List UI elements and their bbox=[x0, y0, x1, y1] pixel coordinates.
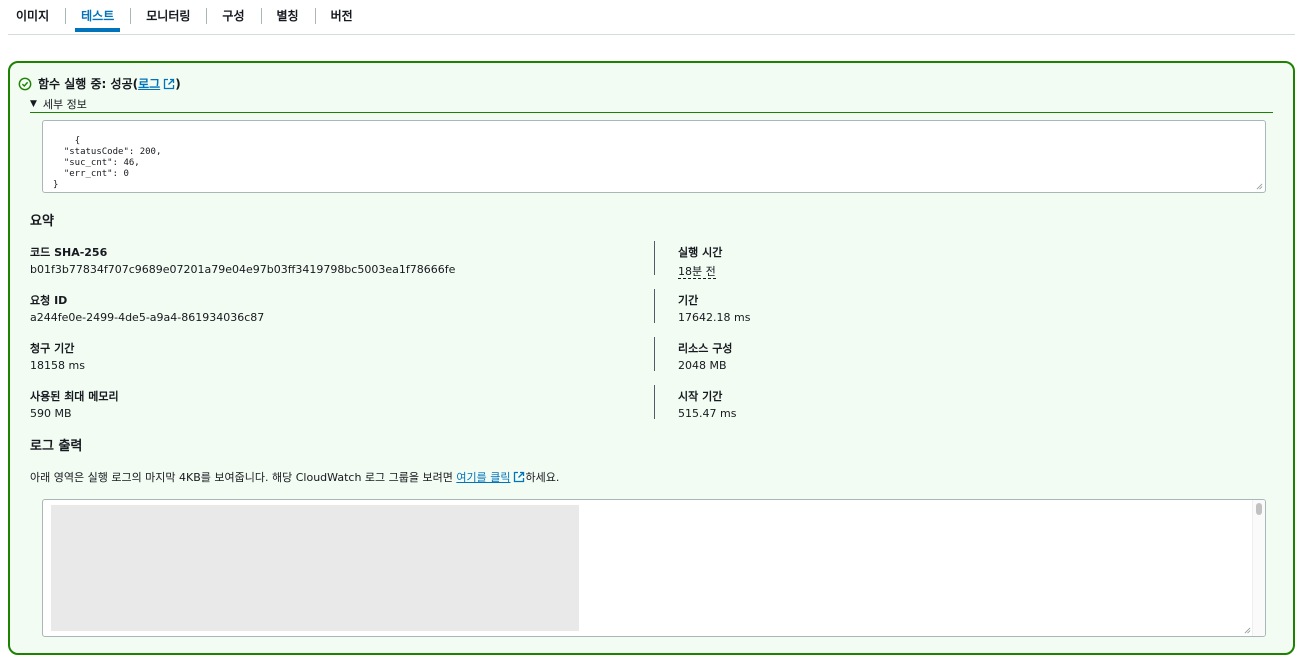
external-link-icon[interactable] bbox=[513, 471, 525, 483]
billed-duration-field: 청구 기간 18158 ms bbox=[30, 340, 85, 372]
duration-label: 기간 bbox=[678, 294, 699, 307]
resize-grip-icon[interactable] bbox=[1256, 183, 1263, 190]
tab-bar: 이미지 테스트 모니터링 구성 별칭 버전 bbox=[8, 0, 1295, 35]
column-divider bbox=[654, 289, 655, 323]
log-output-description: 아래 영역은 실행 로그의 마지막 4KB를 보여줍니다. 해당 CloudWa… bbox=[30, 469, 559, 485]
log-content-redacted bbox=[51, 505, 579, 631]
caret-down-icon: ▼ bbox=[30, 99, 37, 109]
tab-configuration[interactable]: 구성 bbox=[206, 0, 260, 26]
request-id-field: 요청 ID a244fe0e-2499-4de5-a9a4-861934036c… bbox=[30, 292, 264, 324]
execution-result-panel: 함수 실행 중: 성공(로그 ) ▼ 세부 정보 { "statusCode":… bbox=[8, 61, 1295, 655]
duration-value: 17642.18 ms bbox=[678, 311, 751, 324]
execution-status: 함수 실행 중: 성공(로그 ) bbox=[18, 75, 181, 92]
cloudwatch-link[interactable]: 여기를 클릭 bbox=[456, 471, 510, 484]
code-sha-label: 코드 SHA-256 bbox=[30, 246, 108, 259]
resources-value: 2048 MB bbox=[678, 359, 727, 372]
tab-test[interactable]: 테스트 bbox=[65, 0, 130, 32]
details-divider bbox=[30, 112, 1273, 113]
column-divider bbox=[654, 337, 655, 371]
status-prefix: 함수 실행 중: 성공( bbox=[38, 77, 139, 91]
max-memory-label: 사용된 최대 메모리 bbox=[30, 390, 119, 403]
log-desc-suffix: 하세요. bbox=[525, 471, 560, 484]
response-json: { "statusCode": 200, "suc_cnt": 46, "err… bbox=[53, 136, 162, 190]
log-scrollbar[interactable] bbox=[1252, 500, 1265, 636]
details-label: 세부 정보 bbox=[42, 98, 87, 111]
request-id-label: 요청 ID bbox=[30, 294, 68, 307]
duration-field: 기간 17642.18 ms bbox=[678, 292, 750, 324]
column-divider bbox=[654, 385, 655, 419]
resources-label: 리소스 구성 bbox=[678, 342, 733, 355]
billed-duration-value: 18158 ms bbox=[30, 359, 85, 372]
log-output-title: 로그 출력 bbox=[30, 439, 83, 454]
response-json-textarea[interactable]: { "statusCode": 200, "suc_cnt": 46, "err… bbox=[42, 120, 1266, 193]
init-duration-field: 시작 기간 515.47 ms bbox=[678, 388, 736, 420]
tab-versions[interactable]: 버전 bbox=[314, 0, 369, 26]
log-link[interactable]: 로그 bbox=[138, 75, 160, 92]
max-memory-field: 사용된 최대 메모리 590 MB bbox=[30, 388, 119, 420]
init-duration-value: 515.47 ms bbox=[678, 407, 737, 420]
exec-time-value[interactable]: 18분 전 bbox=[678, 265, 716, 279]
code-sha-value: b01f3b77834f707c9689e07201a79e04e97b03ff… bbox=[30, 263, 456, 276]
resources-field: 리소스 구성 2048 MB bbox=[678, 340, 732, 372]
external-link-icon[interactable] bbox=[163, 78, 175, 90]
details-toggle[interactable]: ▼ 세부 정보 bbox=[30, 96, 87, 112]
scroll-thumb[interactable] bbox=[1256, 503, 1262, 515]
summary-title: 요약 bbox=[30, 214, 54, 229]
billed-duration-label: 청구 기간 bbox=[30, 342, 75, 355]
column-divider bbox=[654, 241, 655, 275]
tab-aliases[interactable]: 별칭 bbox=[260, 0, 315, 26]
request-id-value: a244fe0e-2499-4de5-a9a4-861934036c87 bbox=[30, 311, 265, 324]
log-desc-prefix: 아래 영역은 실행 로그의 마지막 4KB를 보여줍니다. 해당 CloudWa… bbox=[30, 471, 457, 484]
max-memory-value: 590 MB bbox=[30, 407, 72, 420]
status-suffix: ) bbox=[175, 76, 181, 91]
init-duration-label: 시작 기간 bbox=[678, 390, 723, 403]
code-sha-field: 코드 SHA-256 b01f3b77834f707c9689e07201a79… bbox=[30, 244, 455, 276]
exec-time-field: 실행 시간 18분 전 bbox=[678, 244, 722, 279]
exec-time-label: 실행 시간 bbox=[678, 246, 723, 259]
resize-grip-icon[interactable] bbox=[1244, 627, 1251, 634]
success-check-icon bbox=[18, 77, 32, 90]
log-output-textarea[interactable] bbox=[42, 499, 1266, 637]
tab-monitoring[interactable]: 모니터링 bbox=[130, 0, 206, 26]
tab-image[interactable]: 이미지 bbox=[8, 0, 65, 26]
